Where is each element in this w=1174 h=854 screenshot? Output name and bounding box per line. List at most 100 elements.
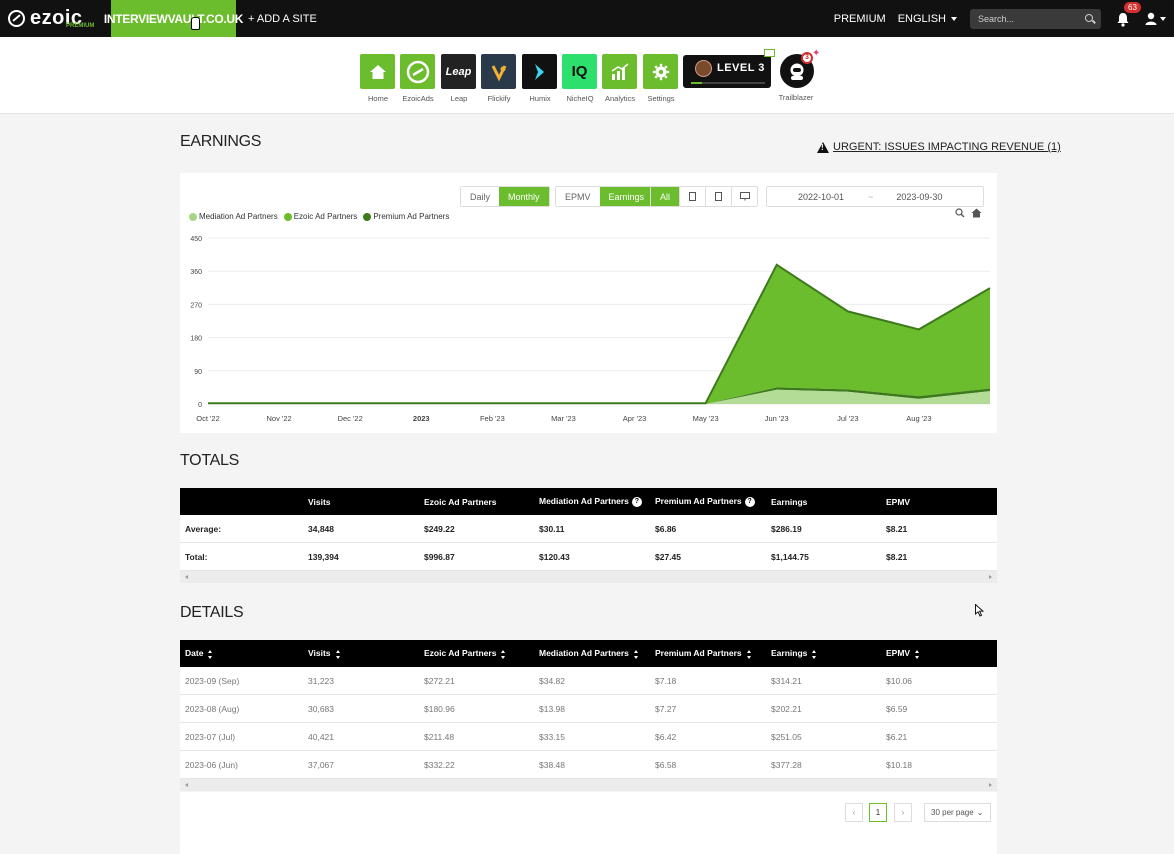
level-label: LEVEL 3: [717, 62, 765, 74]
table-row: 2023-06 (Jun) 37,067 $332.22 $38.48 $6.5…: [180, 751, 997, 779]
table-cell: $6.42: [655, 731, 677, 742]
help-icon[interactable]: ?: [631, 496, 642, 507]
column-header: Visits: [308, 496, 331, 507]
search-icon[interactable]: [1085, 13, 1093, 22]
prev-page-button[interactable]: ‹: [845, 803, 863, 822]
column-header-label: Mediation Ad Partners: [539, 496, 629, 507]
earnings-chart-card: Daily Monthly EPMV Earnings All 2022-10-…: [180, 173, 997, 433]
earnings-title: EARNINGS: [180, 133, 262, 150]
table-cell: $34.82: [539, 675, 565, 686]
sortable-column-header[interactable]: EPMV: [881, 648, 997, 659]
sortable-column-header[interactable]: Visits: [303, 648, 419, 659]
sort-icon: [633, 649, 639, 659]
page-1-button[interactable]: 1: [869, 803, 887, 822]
language-dropdown[interactable]: ENGLISH: [898, 13, 957, 25]
table-cell: 2023-06 (Jun): [185, 759, 238, 770]
next-page-button[interactable]: ›: [894, 803, 912, 822]
column-header: Mediation Ad Partners?: [534, 496, 650, 507]
table-cell: $8.21: [886, 551, 908, 562]
app-label: Trailblazer: [778, 93, 814, 102]
sortable-column-header[interactable]: Date: [180, 648, 303, 659]
column-header: Ezoic Ad Partners: [424, 496, 497, 507]
sortable-column-header[interactable]: Premium Ad Partners: [650, 648, 766, 659]
mail-icon[interactable]: [764, 49, 775, 57]
scroll-left-arrow-icon[interactable]: [185, 783, 188, 787]
table-cell: $996.87: [424, 551, 455, 562]
avatar: [695, 60, 712, 77]
details-table: Date Visits Ezoic Ad Partners Mediation …: [180, 640, 997, 791]
table-cell: 2023-09 (Sep): [185, 675, 240, 686]
horizontal-scrollbar[interactable]: [180, 779, 997, 791]
table-cell: $27.45: [655, 551, 681, 562]
help-icon[interactable]: ?: [744, 496, 755, 507]
pagination-bar: ‹ 1 › 30 per page ⌄: [180, 792, 997, 854]
scroll-right-arrow-icon[interactable]: [989, 783, 992, 787]
sort-icon: [501, 649, 506, 659]
horizontal-scrollbar[interactable]: [180, 571, 997, 583]
sortable-column-header[interactable]: Earnings: [766, 648, 881, 659]
y-tick-label: 180: [190, 336, 202, 343]
table-cell: 34,848: [308, 523, 334, 534]
x-tick-label: Feb '23: [480, 414, 505, 423]
sort-icon: [812, 649, 817, 659]
level-progress-bar: [691, 82, 765, 84]
totals-title: TOTALS: [180, 452, 239, 469]
logo-premium-label: PREMIUM: [66, 23, 95, 29]
urgent-issues-link[interactable]: URGENT: ISSUES IMPACTING REVENUE (1): [817, 141, 1061, 153]
trailblazer-button[interactable]: 3 ✦ Trailblazer: [778, 48, 821, 102]
search-placeholder: Search...: [978, 13, 1015, 24]
table-row: Average: 34,848 $249.22 $30.11 $6.86 $28…: [180, 515, 997, 543]
premium-link[interactable]: PREMIUM: [834, 13, 886, 25]
table-cell: $30.11: [539, 523, 565, 534]
table-row: 2023-08 (Aug) 30,683 $180.96 $13.98 $7.2…: [180, 695, 997, 723]
y-tick-label: 450: [190, 236, 202, 243]
x-tick-label: Jun '23: [765, 414, 789, 423]
table-cell: $120.43: [539, 551, 570, 562]
x-tick-label: May '23: [693, 414, 719, 423]
current-site-tab[interactable]: INTERVIEWVAULT.CO.UK: [104, 0, 243, 37]
scroll-left-arrow-icon[interactable]: [185, 575, 188, 579]
nicheiq-icon: IQ: [562, 54, 597, 89]
x-tick-label: Jul '23: [837, 414, 858, 423]
notification-count-badge: 63: [1124, 1, 1141, 13]
sort-icon: [335, 649, 341, 659]
urgent-issues-label: URGENT: ISSUES IMPACTING REVENUE (1): [833, 141, 1061, 153]
sparkle-icon: ✦: [812, 48, 821, 59]
per-page-select[interactable]: 30 per page ⌄: [924, 803, 991, 822]
sort-icon: [746, 649, 752, 659]
table-cell: $6.58: [655, 759, 677, 770]
app-settings[interactable]: Settings: [643, 54, 679, 103]
table-cell: Average:: [185, 523, 222, 534]
table-cell: $38.48: [539, 759, 565, 770]
warning-icon: [817, 141, 829, 153]
notifications-button[interactable]: 63: [1116, 1, 1141, 27]
humix-icon: [522, 54, 557, 89]
table-row: Total: 139,394 $996.87 $120.43 $27.45 $1…: [180, 543, 997, 571]
sortable-column-header[interactable]: Ezoic Ad Partners: [419, 648, 534, 659]
flickify-icon: [481, 54, 516, 89]
table-cell: 31,223: [308, 675, 334, 686]
scroll-right-arrow-icon[interactable]: [989, 575, 992, 579]
search-input[interactable]: Search...: [970, 8, 1101, 29]
top-navbar: ezoic PREMIUM INTERVIEWVAULT.CO.UK + ADD…: [0, 0, 1174, 37]
table-cell: $6.21: [886, 731, 908, 742]
x-tick-label: Aug '23: [906, 414, 931, 423]
x-tick-label: Nov '22: [266, 414, 291, 423]
table-cell: $8.21: [886, 523, 908, 534]
x-tick-label: Oct '22: [196, 414, 220, 423]
ezoic-logo[interactable]: ezoic PREMIUM: [0, 0, 111, 37]
column-header: EPMV: [886, 496, 911, 507]
add-site-link[interactable]: + ADD A SITE: [248, 13, 317, 25]
table-cell: $180.96: [424, 703, 455, 714]
sortable-column-header[interactable]: Mediation Ad Partners: [534, 648, 650, 659]
table-row: 2023-09 (Sep) 31,223 $272.21 $34.82 $7.1…: [180, 667, 997, 695]
level-badge[interactable]: LEVEL 3: [683, 55, 771, 88]
details-title: DETAILS: [180, 604, 244, 621]
table-cell: Total:: [185, 551, 208, 562]
x-tick-label: Mar '23: [551, 414, 576, 423]
table-header: Visits Ezoic Ad Partners Mediation Ad Pa…: [180, 488, 997, 515]
table-cell: $211.48: [424, 731, 455, 742]
user-menu[interactable]: [1145, 12, 1166, 25]
table-cell: 37,067: [308, 759, 334, 770]
table-row: 2023-07 (Jul) 40,421 $211.48 $33.15 $6.4…: [180, 723, 997, 751]
